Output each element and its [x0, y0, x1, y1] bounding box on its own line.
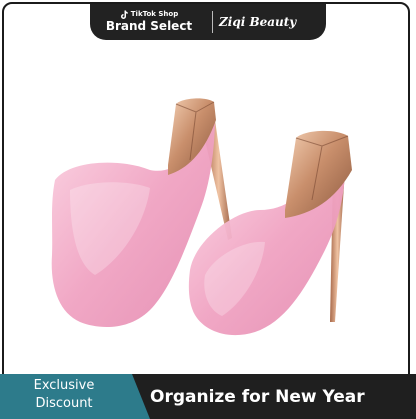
tiktok-shop-badge: TikTok Shop Brand Select: [90, 10, 208, 34]
platform-label: TikTok Shop: [130, 10, 179, 18]
brand-banner: TikTok Shop Brand Select Ziqi Beauty: [90, 4, 326, 40]
brand-select-label: Brand Select: [105, 19, 193, 33]
discount-label: Exclusive Discount: [0, 377, 128, 413]
brand-name: Ziqi Beauty: [219, 15, 297, 29]
discount-line2: Discount: [35, 396, 93, 411]
high-heel-perfume-icon: [51, 98, 352, 336]
promo-text: Organize for New Year: [150, 386, 365, 407]
discount-line1: Exclusive: [33, 378, 95, 393]
tiktok-icon: [120, 10, 128, 19]
banner-divider: [212, 11, 213, 33]
product-card: TikTok Shop Brand Select Ziqi Beauty Exc…: [0, 0, 416, 419]
